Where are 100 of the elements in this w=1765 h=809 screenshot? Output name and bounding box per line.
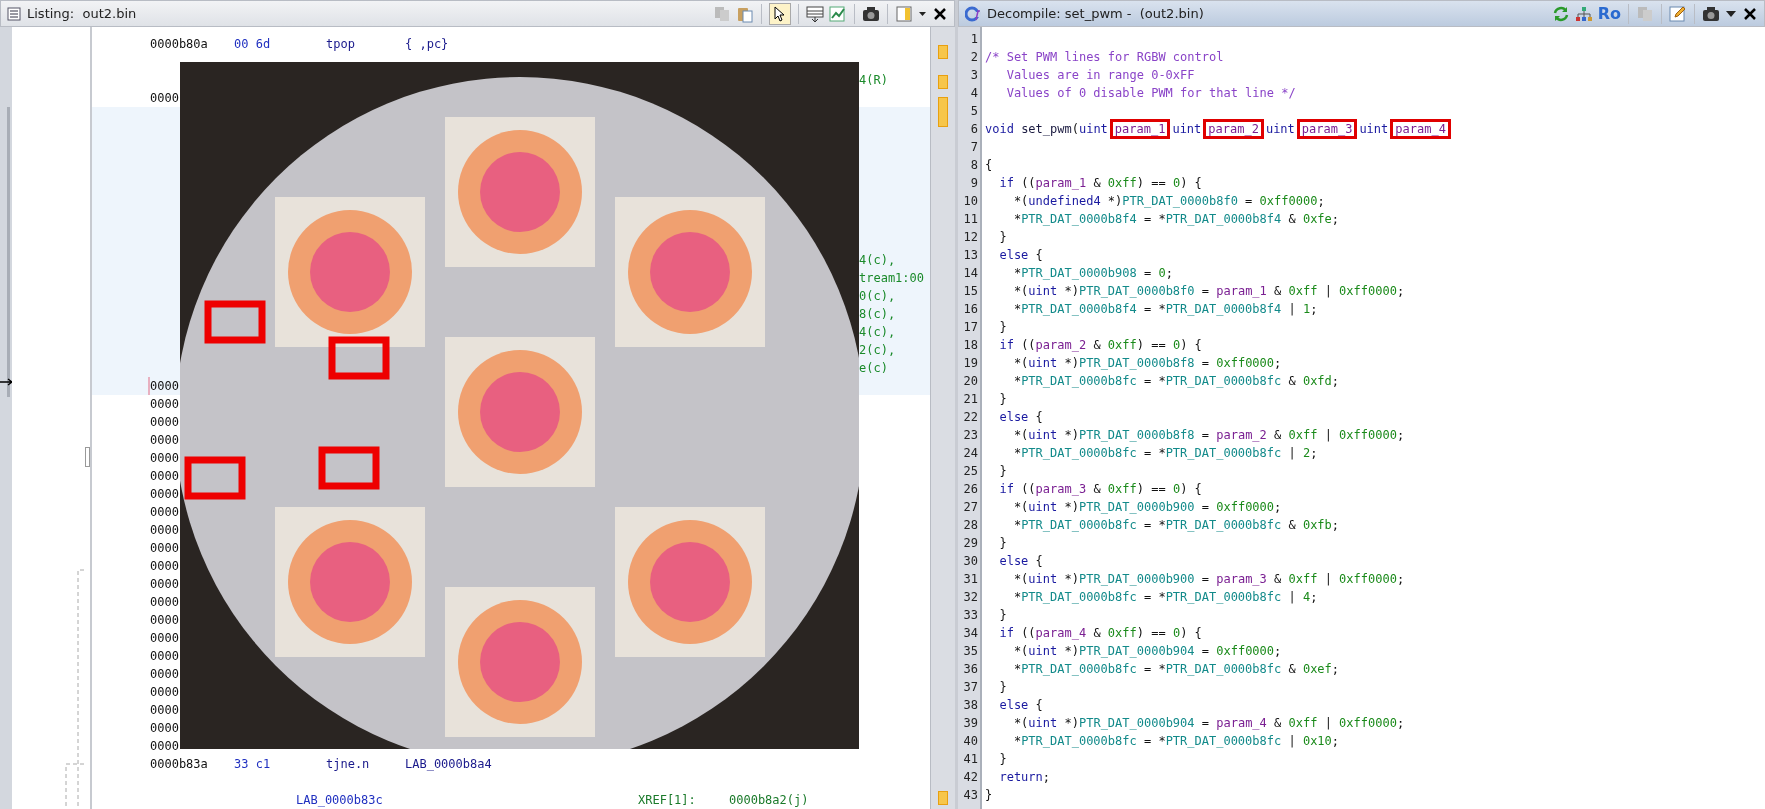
line-number: 1: [970, 31, 978, 48]
address: 0000: [150, 450, 179, 467]
address: 0000: [150, 558, 179, 575]
mnemonic: tjne.n: [326, 756, 370, 773]
line-number: 3: [970, 67, 978, 84]
code-line: *PTR_DAT_0000b8fc = *PTR_DAT_0000b8fc | 2;: [1012, 445, 1319, 462]
address: 0000: [150, 720, 179, 737]
line-number: 34: [963, 625, 978, 642]
code-line: *PTR_DAT_0000b8fc = *PTR_DAT_0000b8fc & 0xef;: [1012, 661, 1341, 678]
line-number: 7: [970, 139, 978, 156]
code-line: *(uint *)PTR_DAT_0000b8f8 = param_2 & 0xff | 0xff0000;: [1012, 427, 1406, 444]
line-number: 17: [963, 319, 978, 336]
line-number: 21: [963, 391, 978, 408]
line-number: 29: [963, 535, 978, 552]
code-line: *(uint *)PTR_DAT_0000b8f0 = param_1 & 0xff | 0xff0000;: [1012, 283, 1406, 300]
line-number: 10: [963, 193, 978, 210]
code-line: Values of 0 disable PWM for that line */: [1005, 85, 1297, 102]
line-number: 39: [963, 715, 978, 732]
code-line: *(uint *)PTR_DAT_0000b900 = param_3 & 0xff | 0xff0000;: [1012, 571, 1406, 588]
address: 0000b80a: [150, 36, 208, 53]
address: 0000: [150, 666, 179, 683]
graph-icon[interactable]: [829, 4, 847, 23]
code-fragment: tream1:00: [859, 270, 925, 287]
camera-icon[interactable]: [1702, 4, 1720, 23]
highlighted-parameter: param_3: [1296, 119, 1358, 139]
code-line: *PTR_DAT_0000b8fc = *PTR_DAT_0000b8fc | 4;: [1012, 589, 1319, 606]
highlighted-parameter: param_2: [1203, 119, 1264, 139]
line-number: 36: [963, 661, 978, 678]
code-text: uint: [1265, 121, 1295, 138]
line-number: 38: [963, 697, 978, 714]
table-icon[interactable]: [806, 4, 824, 23]
address: 0000: [150, 702, 179, 719]
line-number: 33: [963, 607, 978, 624]
camera-icon[interactable]: [862, 4, 880, 23]
line-number: 22: [963, 409, 978, 426]
code-line: else {: [998, 697, 1044, 714]
arrow-icon: [0, 378, 14, 386]
marker-icon: [938, 75, 948, 89]
edit-icon[interactable]: [1669, 4, 1687, 23]
code-line: }: [998, 535, 1008, 552]
line-number: 19: [963, 355, 978, 372]
line-number: 8: [970, 157, 978, 174]
operand: { ,pc}: [405, 36, 449, 53]
line-number: 5: [970, 103, 978, 120]
decompiler-icon: [965, 5, 981, 22]
line-number: 32: [963, 589, 978, 606]
marker-icon: [938, 791, 948, 805]
marker-icon: [938, 45, 948, 59]
line-number: 14: [963, 265, 978, 282]
code-line: *(uint *)PTR_DAT_0000b904 = 0xff0000;: [1012, 643, 1283, 660]
code-fragment: 8(c),: [859, 306, 896, 323]
code-line: Values are in range 0-0xFF: [1005, 67, 1196, 84]
tree-icon[interactable]: [1574, 4, 1593, 23]
code-line: *PTR_DAT_0000b8fc = *PTR_DAT_0000b8fc & 0xfd;: [1012, 373, 1341, 390]
address: 0000: [150, 432, 179, 449]
code-fragment: 4(c),: [859, 252, 896, 269]
code-line: else {: [998, 409, 1044, 426]
refresh-icon[interactable]: [1551, 4, 1570, 23]
line-number: 4: [970, 85, 978, 102]
marker-icon: [938, 97, 948, 127]
line-number: 31: [963, 571, 978, 588]
code-line: else {: [998, 553, 1044, 570]
code-line: *(undefined4 *)PTR_DAT_0000b8f0 = 0xff0000;: [1012, 193, 1326, 210]
label: LAB_0000b83c: [296, 792, 383, 809]
close-icon[interactable]: [932, 5, 948, 22]
read-only-button[interactable]: Ro: [1597, 4, 1621, 23]
line-number: 26: [963, 481, 978, 498]
line-number: 37: [963, 679, 978, 696]
address: 0000b83a: [150, 756, 208, 773]
line-number: 43: [963, 787, 978, 804]
code-fragment: 0(c),: [859, 288, 896, 305]
address: 0000: [150, 594, 179, 611]
code-line: if ((param_1 & 0xff) == 0) {: [998, 175, 1203, 192]
address: 0000: [150, 684, 179, 701]
operand: LAB_0000b8a4: [405, 756, 492, 773]
code-line: }: [985, 787, 994, 804]
address: 0000: [150, 504, 179, 521]
address: 0000: [150, 468, 179, 485]
code-text: uint: [1359, 121, 1389, 138]
byte-values: 33 c1: [234, 756, 271, 773]
close-icon[interactable]: [1742, 5, 1758, 22]
code-line: else {: [998, 247, 1044, 264]
code-line: *PTR_DAT_0000b8f4 = *PTR_DAT_0000b8f4 & 0xfe;: [1012, 211, 1341, 228]
code-fragment: 4(R): [859, 72, 888, 89]
line-number: 13: [963, 247, 978, 264]
address: 0000: [150, 90, 179, 107]
listing-icon: [7, 6, 21, 21]
address: 0000: [150, 648, 179, 665]
code-line: }: [998, 391, 1008, 408]
panel-title: Listing: out2.bin: [27, 6, 137, 21]
panel-title: Decompile: set_pwm - (out2.bin): [987, 6, 1204, 21]
code-line: *PTR_DAT_0000b8f4 = *PTR_DAT_0000b8f4 | 1;: [1012, 301, 1319, 318]
code-line: *PTR_DAT_0000b908 = 0;: [1012, 265, 1174, 282]
mnemonic: tpop: [326, 36, 355, 53]
code-line: *PTR_DAT_0000b8fc = *PTR_DAT_0000b8fc & 0xfb;: [1012, 517, 1341, 534]
code-line: }: [998, 229, 1008, 246]
line-number: 28: [963, 517, 978, 534]
xref-address: 0000b8a2(j): [729, 792, 809, 809]
code-line: }: [998, 679, 1008, 696]
line-number: 9: [970, 175, 978, 192]
